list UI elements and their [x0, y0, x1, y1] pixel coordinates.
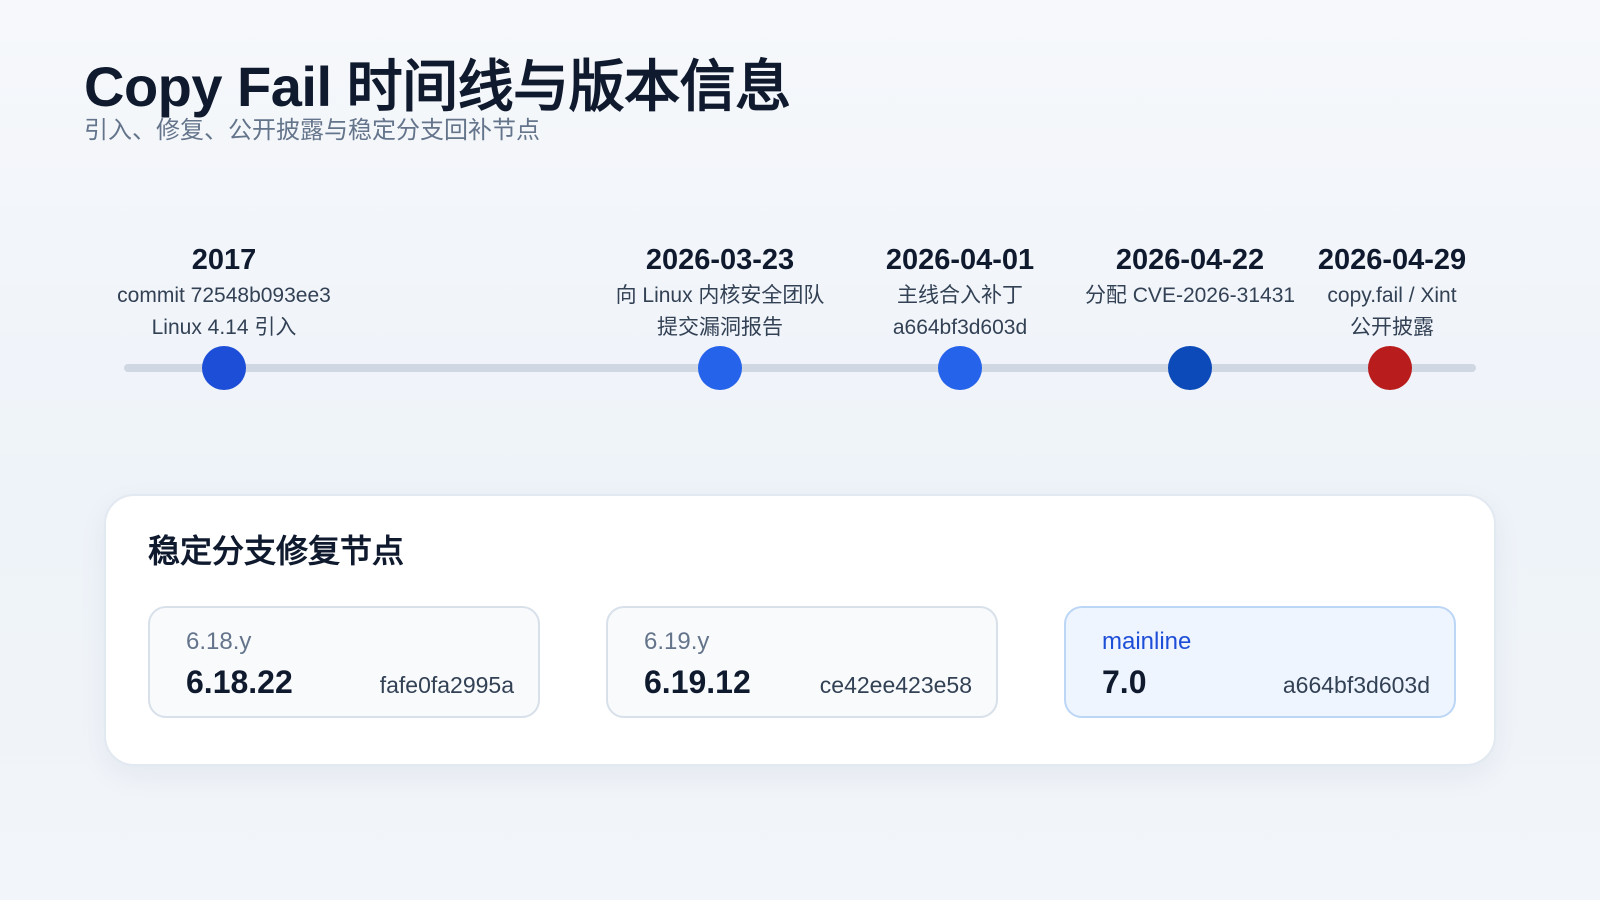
branch-card-mainline: mainline 7.0 a664bf3d603d — [1064, 606, 1456, 718]
branch-name: 6.19.y — [644, 628, 710, 655]
branch-version: 6.19.12 — [644, 664, 751, 700]
branch-card-6-18: 6.18.y 6.18.22 fafe0fa2995a — [148, 606, 540, 718]
branch-commit: ce42ee423e58 — [819, 672, 972, 698]
branch-name: mainline — [1102, 628, 1192, 655]
event-date: 2026-04-29 — [1317, 244, 1467, 276]
timeline-marker-disclosure — [1368, 346, 1412, 390]
branch-commit: a664bf3d603d — [1282, 672, 1430, 698]
event-detail: copy.fail / Xint — [1327, 284, 1457, 307]
branch-version: 7.0 — [1102, 664, 1147, 700]
event-detail: 公开披露 — [1350, 316, 1434, 339]
timeline-marker — [202, 346, 246, 390]
event-detail: commit 72548b093ee3 — [117, 284, 331, 307]
event-date: 2017 — [191, 244, 257, 276]
timeline-track — [124, 364, 1476, 372]
branch-commit: fafe0fa2995a — [379, 672, 514, 698]
timeline-marker — [698, 346, 742, 390]
event-detail: Linux 4.14 引入 — [151, 316, 297, 339]
timeline-event-disclosed: 2026-04-29 copy.fail / Xint 公开披露 — [1242, 240, 1542, 344]
timeline-marker — [938, 346, 982, 390]
stable-branches-card: 稳定分支修复节点 6.18.y 6.18.22 fafe0fa2995a 6.1… — [104, 494, 1496, 766]
timeline: 2017 commit 72548b093ee3 Linux 4.14 引入 2… — [0, 0, 1600, 420]
card-title: 稳定分支修复节点 — [148, 533, 405, 569]
timeline-marker — [1168, 346, 1212, 390]
event-detail: a664bf3d603d — [892, 316, 1028, 339]
branch-card-6-19: 6.19.y 6.19.12 ce42ee423e58 — [606, 606, 998, 718]
branch-version: 6.18.22 — [186, 664, 293, 700]
branch-name: 6.18.y — [186, 628, 252, 655]
timeline-event-introduced: 2017 commit 72548b093ee3 Linux 4.14 引入 — [74, 240, 374, 344]
